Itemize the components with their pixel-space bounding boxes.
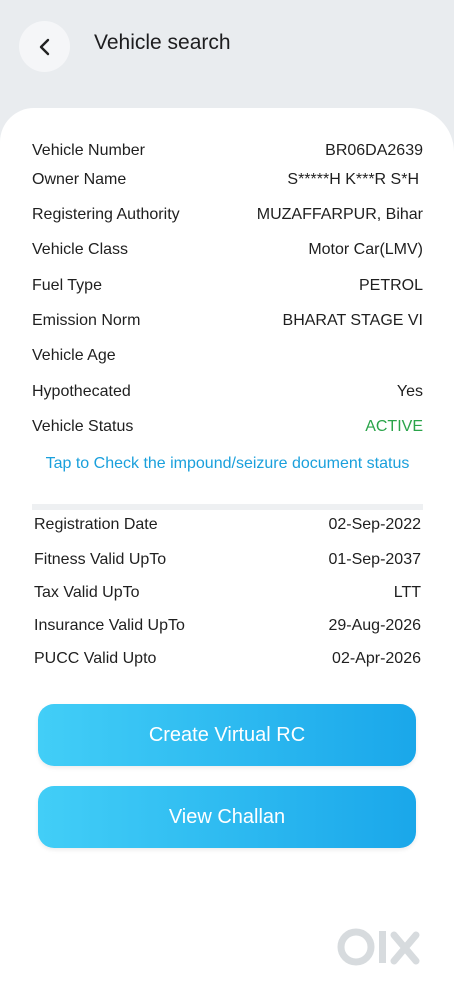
validity-label: Tax Valid UpTo <box>34 584 140 601</box>
detail-label: Vehicle Class <box>32 241 129 258</box>
detail-value: Motor Car(LMV) <box>308 241 423 258</box>
impound-status-link[interactable]: Tap to Check the impound/seizure documen… <box>32 453 423 475</box>
detail-row-vehicle-number: Vehicle Number BR06DA2639 <box>32 139 423 163</box>
detail-row-emission-norm: Emission Norm BHARAT STAGE VI <box>32 309 423 333</box>
validity-row-tax: Tax Valid UpTo LTT <box>34 581 421 605</box>
section-divider <box>32 504 423 510</box>
validity-value: 02-Sep-2022 <box>328 516 421 533</box>
status-badge: ACTIVE <box>365 418 423 435</box>
detail-label: Emission Norm <box>32 312 141 329</box>
detail-label: Fuel Type <box>32 277 102 294</box>
detail-label: Hypothecated <box>32 383 131 400</box>
detail-row-registering-authority: Registering Authority MUZAFFARPUR, Bihar <box>32 203 423 227</box>
validity-label: Insurance Valid UpTo <box>34 617 185 634</box>
back-button[interactable] <box>19 21 70 72</box>
detail-label: Vehicle Age <box>32 347 116 364</box>
detail-row-vehicle-class: Vehicle Class Motor Car(LMV) <box>32 238 423 262</box>
validity-label: PUCC Valid Upto <box>34 650 157 667</box>
detail-value: PETROL <box>358 277 423 294</box>
validity-value: LTT <box>393 584 421 601</box>
validity-value: 01-Sep-2037 <box>328 551 421 568</box>
validity-label: Fitness Valid UpTo <box>34 551 167 568</box>
detail-value: Yes <box>396 383 423 400</box>
validity-row-fitness: Fitness Valid UpTo 01-Sep-2037 <box>34 548 421 572</box>
page-title: Vehicle search <box>94 31 231 54</box>
detail-row-vehicle-age: Vehicle Age <box>32 344 423 368</box>
top-bar: Vehicle search <box>0 0 454 110</box>
detail-label: Owner Name <box>32 171 127 188</box>
detail-row-vehicle-status: Vehicle Status ACTIVE <box>32 415 423 439</box>
olx-logo-icon <box>336 925 420 969</box>
detail-label: Vehicle Number <box>32 142 145 159</box>
detail-row-owner-name: Owner Name S*****H K***R S*H <box>32 168 423 192</box>
detail-value: BHARAT STAGE VI <box>282 312 423 329</box>
validity-row-pucc: PUCC Valid Upto 02-Apr-2026 <box>34 647 421 671</box>
detail-label: Registering Authority <box>32 206 180 223</box>
detail-row-hypothecated: Hypothecated Yes <box>32 380 423 404</box>
validity-value: 29-Aug-2026 <box>328 617 421 634</box>
validity-value: 02-Apr-2026 <box>332 650 421 667</box>
create-virtual-rc-button[interactable]: Create Virtual RC <box>38 704 416 766</box>
detail-value: MUZAFFARPUR, Bihar <box>256 206 423 223</box>
view-challan-button[interactable]: View Challan <box>38 786 416 848</box>
validity-row-registration-date: Registration Date 02-Sep-2022 <box>34 513 421 537</box>
detail-row-fuel-type: Fuel Type PETROL <box>32 274 423 298</box>
detail-value: S*****H K***R S*H <box>287 171 419 188</box>
validity-label: Registration Date <box>34 516 158 533</box>
detail-label: Vehicle Status <box>32 418 134 435</box>
validity-row-insurance: Insurance Valid UpTo 29-Aug-2026 <box>34 614 421 638</box>
detail-value: BR06DA2639 <box>325 142 423 159</box>
chevron-left-icon <box>39 38 49 55</box>
